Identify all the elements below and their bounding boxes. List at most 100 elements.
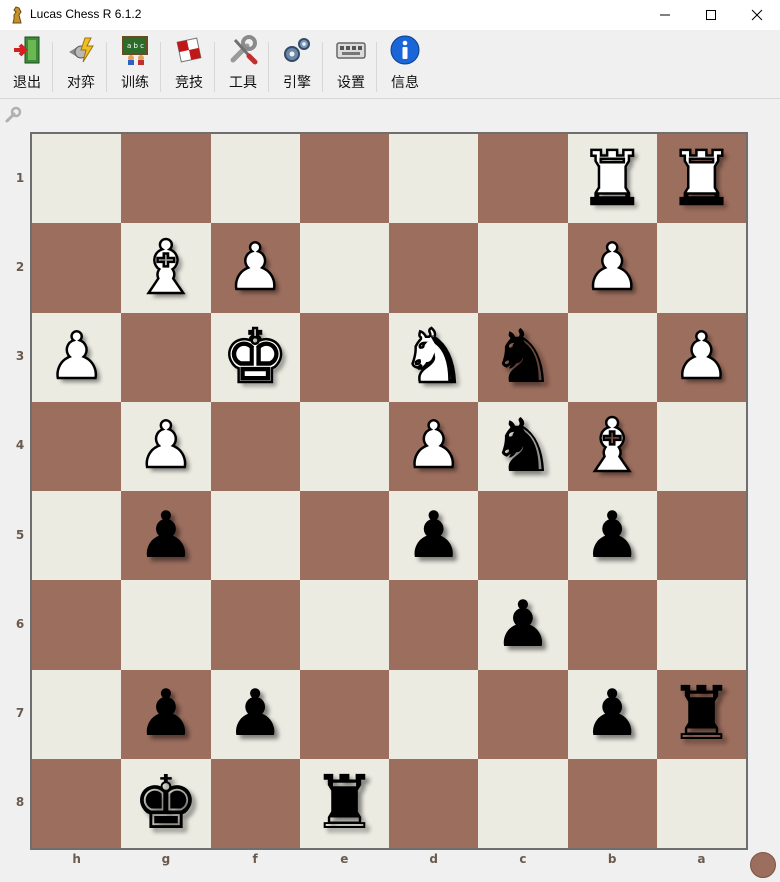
black-knight[interactable]: ♞ [490, 320, 556, 394]
square-f2[interactable]: ♟ [210, 223, 300, 313]
wrench-icon[interactable] [4, 106, 22, 124]
square-f4[interactable] [210, 401, 300, 491]
square-d1[interactable] [389, 134, 479, 224]
square-h2[interactable] [32, 223, 122, 313]
toolbar-button-tools[interactable]: 工具 [218, 34, 268, 94]
toolbar-button-exit[interactable]: 退出 [2, 34, 52, 94]
square-d7[interactable] [389, 669, 479, 759]
square-g5[interactable]: ♟ [121, 491, 211, 581]
square-b4[interactable]: ♝ [567, 401, 657, 491]
white-pawn[interactable]: ♟ [582, 235, 642, 302]
white-rook[interactable]: ♜ [578, 140, 647, 217]
white-rook[interactable]: ♜ [667, 140, 736, 217]
square-f7[interactable]: ♟ [210, 669, 300, 759]
square-g2[interactable]: ♝ [121, 223, 211, 313]
square-e4[interactable] [299, 401, 389, 491]
white-pawn[interactable]: ♟ [136, 413, 196, 480]
square-c6[interactable]: ♟ [478, 580, 568, 670]
square-f3[interactable]: ♚ [210, 312, 300, 402]
square-g3[interactable] [121, 312, 211, 402]
square-d5[interactable]: ♟ [389, 491, 479, 581]
toolbar-button-engines[interactable]: 引擎 [272, 34, 322, 94]
black-rook[interactable]: ♜ [668, 677, 734, 751]
square-h7[interactable] [32, 669, 122, 759]
square-f1[interactable] [210, 134, 300, 224]
square-g4[interactable]: ♟ [121, 401, 211, 491]
square-a6[interactable] [656, 580, 746, 670]
close-button[interactable] [734, 0, 780, 30]
square-c7[interactable] [478, 669, 568, 759]
white-pawn[interactable]: ♟ [671, 324, 731, 391]
toolbar-button-compete[interactable]: 竞技 [164, 34, 214, 94]
square-b5[interactable]: ♟ [567, 491, 657, 581]
square-b8[interactable] [567, 758, 657, 848]
white-bishop[interactable]: ♝ [578, 408, 647, 485]
square-e6[interactable] [299, 580, 389, 670]
square-b1[interactable]: ♜ [567, 134, 657, 224]
black-pawn[interactable]: ♟ [494, 593, 551, 657]
square-e8[interactable]: ♜ [299, 758, 389, 848]
square-g7[interactable]: ♟ [121, 669, 211, 759]
square-e5[interactable] [299, 491, 389, 581]
square-d3[interactable]: ♞ [389, 312, 479, 402]
black-pawn[interactable]: ♟ [137, 682, 194, 746]
black-pawn[interactable]: ♟ [583, 682, 640, 746]
minimize-button[interactable] [642, 0, 688, 30]
white-pawn[interactable]: ♟ [225, 235, 285, 302]
square-d2[interactable] [389, 223, 479, 313]
toolbar-button-info[interactable]: 信息 [380, 34, 430, 94]
black-rook[interactable]: ♜ [311, 766, 377, 840]
square-c8[interactable] [478, 758, 568, 848]
square-h8[interactable] [32, 758, 122, 848]
black-knight[interactable]: ♞ [490, 409, 556, 483]
square-e7[interactable] [299, 669, 389, 759]
white-pawn[interactable]: ♟ [47, 324, 107, 391]
square-a5[interactable] [656, 491, 746, 581]
black-pawn[interactable]: ♟ [405, 504, 462, 568]
black-pawn[interactable]: ♟ [226, 682, 283, 746]
square-h5[interactable] [32, 491, 122, 581]
square-a3[interactable]: ♟ [656, 312, 746, 402]
square-h3[interactable]: ♟ [32, 312, 122, 402]
square-b7[interactable]: ♟ [567, 669, 657, 759]
chess-board[interactable]: ♜ ♜ ♝ ♟ ♟ ♟ ♚ ♞ ♞ ♟ ♟ ♟ ♞ ♝ ♟ ♟ ♟ ♟ ♟ ♟ ♟ ♜ ♚ ♜ [30, 132, 748, 850]
square-c3[interactable]: ♞ [478, 312, 568, 402]
square-e3[interactable] [299, 312, 389, 402]
square-a2[interactable] [656, 223, 746, 313]
black-pawn[interactable]: ♟ [583, 504, 640, 568]
square-f8[interactable] [210, 758, 300, 848]
square-f6[interactable] [210, 580, 300, 670]
square-h6[interactable] [32, 580, 122, 670]
maximize-button[interactable] [688, 0, 734, 30]
toolbar-button-settings[interactable]: 设置 [326, 34, 376, 94]
square-c5[interactable] [478, 491, 568, 581]
toolbar-button-train[interactable]: a b c 训练 [110, 34, 160, 94]
white-bishop[interactable]: ♝ [131, 230, 200, 307]
square-h1[interactable] [32, 134, 122, 224]
square-e2[interactable] [299, 223, 389, 313]
white-pawn[interactable]: ♟ [404, 413, 464, 480]
square-c4[interactable]: ♞ [478, 401, 568, 491]
square-g6[interactable] [121, 580, 211, 670]
toolbar-button-play[interactable]: 对弈 [56, 34, 106, 94]
square-h4[interactable] [32, 401, 122, 491]
square-b6[interactable] [567, 580, 657, 670]
square-d8[interactable] [389, 758, 479, 848]
square-g1[interactable] [121, 134, 211, 224]
square-a1[interactable]: ♜ [656, 134, 746, 224]
square-d6[interactable] [389, 580, 479, 670]
square-b2[interactable]: ♟ [567, 223, 657, 313]
white-knight[interactable]: ♞ [399, 319, 468, 396]
black-king[interactable]: ♚ [133, 766, 199, 840]
square-a8[interactable] [656, 758, 746, 848]
square-a4[interactable] [656, 401, 746, 491]
square-g8[interactable]: ♚ [121, 758, 211, 848]
square-c2[interactable] [478, 223, 568, 313]
square-e1[interactable] [299, 134, 389, 224]
square-b3[interactable] [567, 312, 657, 402]
square-f5[interactable] [210, 491, 300, 581]
black-pawn[interactable]: ♟ [137, 504, 194, 568]
square-d4[interactable]: ♟ [389, 401, 479, 491]
square-c1[interactable] [478, 134, 568, 224]
square-a7[interactable]: ♜ [656, 669, 746, 759]
